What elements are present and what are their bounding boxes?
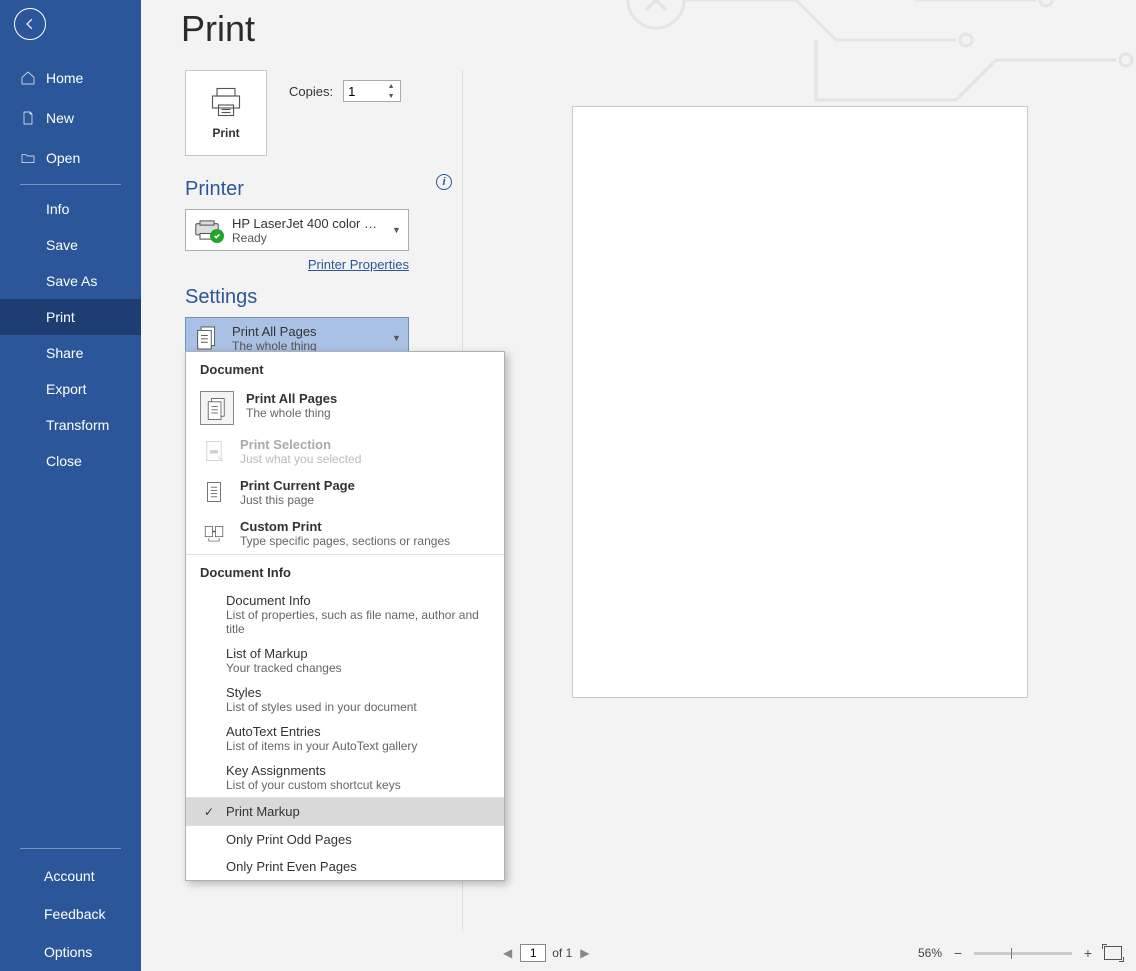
status-ready-icon bbox=[210, 229, 224, 243]
pages-all-icon bbox=[200, 391, 234, 425]
zoom-controls: 56% − + bbox=[918, 945, 1122, 961]
nav-export[interactable]: Export bbox=[0, 371, 141, 407]
menu-autotext[interactable]: AutoText EntriesList of items in your Au… bbox=[186, 719, 504, 758]
print-button-label: Print bbox=[212, 126, 239, 140]
menu-print-all-pages[interactable]: Print All PagesThe whole thing bbox=[186, 385, 504, 431]
nav-primary: Home New Open Info Save Save As Print Sh… bbox=[0, 58, 141, 479]
print-range-title: Print All Pages bbox=[232, 324, 382, 339]
menu-section-document: Document bbox=[186, 352, 504, 385]
nav-transform[interactable]: Transform bbox=[0, 407, 141, 443]
back-button[interactable] bbox=[14, 8, 46, 40]
zoom-value: 56% bbox=[918, 946, 942, 960]
copies-dec[interactable]: ▼ bbox=[384, 91, 398, 101]
printer-header: Printer bbox=[185, 178, 442, 201]
chevron-down-icon: ▼ bbox=[392, 333, 402, 343]
zoom-fit-icon[interactable] bbox=[1104, 946, 1122, 960]
nav-divider bbox=[20, 184, 121, 185]
printer-properties-link[interactable]: Printer Properties bbox=[185, 257, 409, 272]
menu-section-docinfo: Document Info bbox=[186, 555, 504, 588]
print-button[interactable]: Print bbox=[185, 70, 267, 156]
zoom-in[interactable]: + bbox=[1080, 945, 1096, 961]
copies-row: Copies: ▲ ▼ bbox=[289, 80, 401, 102]
menu-styles[interactable]: StylesList of styles used in your docume… bbox=[186, 680, 504, 719]
nav-bottom-divider bbox=[20, 848, 121, 849]
status-bar: ◀ of 1 ▶ 56% − + bbox=[141, 935, 1136, 971]
nav-share[interactable]: Share bbox=[0, 335, 141, 371]
copies-label: Copies: bbox=[289, 84, 333, 99]
copies-inc[interactable]: ▲ bbox=[384, 81, 398, 91]
preview-column bbox=[463, 70, 1136, 931]
nav-save-as[interactable]: Save As bbox=[0, 263, 141, 299]
nav-new-label: New bbox=[46, 110, 74, 126]
next-page[interactable]: ▶ bbox=[578, 946, 591, 960]
page-title: Print bbox=[181, 8, 255, 50]
pages-icon bbox=[192, 325, 222, 351]
menu-custom-print[interactable]: Custom PrintType specific pages, section… bbox=[186, 513, 504, 554]
zoom-slider[interactable] bbox=[974, 952, 1072, 955]
menu-key-assignments[interactable]: Key AssignmentsList of your custom short… bbox=[186, 758, 504, 797]
chevron-down-icon: ▼ bbox=[392, 225, 402, 235]
app-root: Home New Open Info Save Save As Print Sh… bbox=[0, 0, 1136, 971]
nav-open-label: Open bbox=[46, 150, 80, 166]
printer-info-icon[interactable]: i bbox=[436, 174, 452, 190]
nav-open[interactable]: Open bbox=[0, 138, 141, 178]
zoom-out[interactable]: − bbox=[950, 945, 966, 961]
nav-info[interactable]: Info bbox=[0, 191, 141, 227]
main-area: Print Print Copies: ▲ ▼ bbox=[141, 0, 1136, 971]
page-input[interactable] bbox=[520, 944, 546, 962]
printer-icon bbox=[208, 86, 244, 118]
menu-even-pages[interactable]: Only Print Even Pages bbox=[186, 853, 504, 880]
nav-options[interactable]: Options bbox=[0, 933, 141, 971]
menu-print-markup[interactable]: Print Markup bbox=[186, 798, 504, 825]
nav-print[interactable]: Print bbox=[0, 299, 141, 335]
menu-print-selection: Print SelectionJust what you selected bbox=[186, 431, 504, 472]
preview-page bbox=[572, 106, 1028, 698]
copies-input[interactable] bbox=[344, 82, 384, 101]
printer-device-icon bbox=[192, 219, 222, 241]
printer-name: HP LaserJet 400 color M451... bbox=[232, 216, 382, 231]
nav-home-label: Home bbox=[46, 70, 83, 86]
print-range-menu: Document Print All PagesThe whole thing … bbox=[185, 351, 505, 881]
menu-doc-info[interactable]: Document InfoList of properties, such as… bbox=[186, 588, 504, 641]
backstage-sidebar: Home New Open Info Save Save As Print Sh… bbox=[0, 0, 141, 971]
settings-header: Settings bbox=[185, 286, 442, 309]
nav-new[interactable]: New bbox=[0, 98, 141, 138]
menu-print-current-page[interactable]: Print Current PageJust this page bbox=[186, 472, 504, 513]
page-nav: ◀ of 1 ▶ bbox=[501, 944, 591, 962]
prev-page[interactable]: ◀ bbox=[501, 946, 514, 960]
menu-list-markup[interactable]: List of MarkupYour tracked changes bbox=[186, 641, 504, 680]
menu-odd-pages[interactable]: Only Print Odd Pages bbox=[186, 826, 504, 853]
nav-close[interactable]: Close bbox=[0, 443, 141, 479]
page-single-icon bbox=[200, 478, 228, 507]
home-icon bbox=[20, 70, 36, 86]
printer-status: Ready bbox=[232, 231, 382, 245]
page-of-label: of 1 bbox=[552, 946, 572, 960]
new-doc-icon bbox=[20, 110, 36, 126]
nav-home[interactable]: Home bbox=[0, 58, 141, 98]
folder-open-icon bbox=[20, 150, 36, 166]
nav-bottom: Account Feedback Options bbox=[0, 844, 141, 971]
copies-spinner[interactable]: ▲ ▼ bbox=[343, 80, 401, 102]
page-selection-icon bbox=[200, 437, 228, 466]
nav-account[interactable]: Account bbox=[0, 857, 141, 895]
custom-print-icon bbox=[200, 519, 228, 548]
nav-feedback[interactable]: Feedback bbox=[0, 895, 141, 933]
printer-dropdown[interactable]: HP LaserJet 400 color M451... Ready ▼ bbox=[185, 209, 409, 251]
nav-save[interactable]: Save bbox=[0, 227, 141, 263]
